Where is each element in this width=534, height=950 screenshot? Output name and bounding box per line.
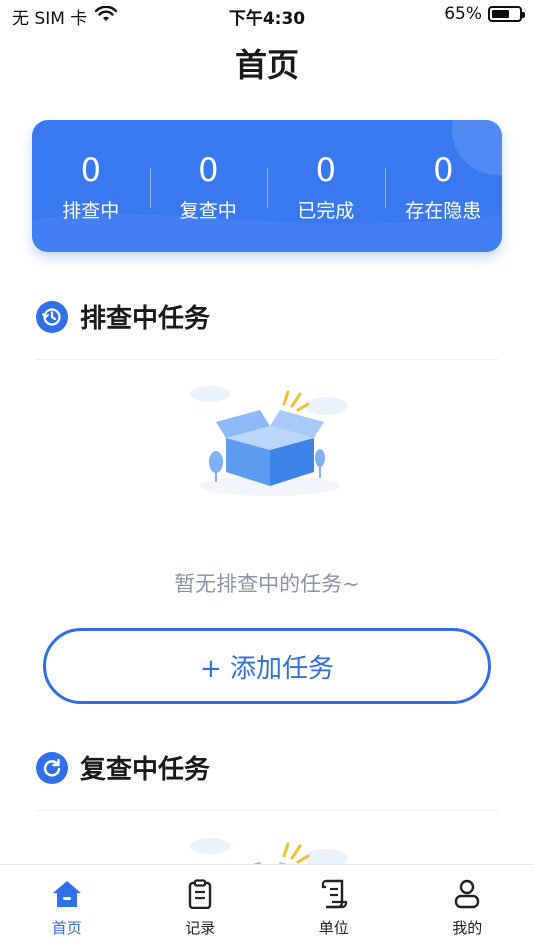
section-divider	[36, 810, 498, 811]
stat-divider	[149, 168, 151, 208]
clock-history-icon	[36, 300, 68, 333]
stat-value: 0	[433, 151, 454, 189]
stats-card: 0 排查中 0 复查中 0 已完成 0 存在隐患	[32, 120, 502, 252]
section-divider	[36, 359, 498, 360]
status-bar: 无 SIM 卡 下午4:30 65%	[0, 0, 534, 30]
battery-level	[492, 10, 509, 18]
stat-label: 已完成	[297, 200, 355, 222]
stat-completed[interactable]: 0 已完成	[267, 150, 385, 223]
battery-icon	[488, 6, 525, 22]
stat-label: 存在隐患	[405, 200, 482, 222]
refresh-icon	[36, 751, 68, 784]
tab-label: 记录	[185, 919, 216, 937]
tab-units[interactable]: 单位	[267, 865, 401, 950]
stat-hazards[interactable]: 0 存在隐患	[384, 150, 503, 223]
section-reinspecting-header: 复查中任务	[36, 749, 210, 786]
stat-label: 排查中	[62, 200, 120, 222]
empty-box-illustration	[180, 830, 360, 864]
empty-state-text: 暂无排查中的任务~	[174, 572, 360, 596]
add-task-button[interactable]: + 添加任务	[43, 628, 491, 704]
stat-value: 0	[198, 151, 219, 189]
page-title: 首页	[234, 46, 299, 84]
stat-reinspecting[interactable]: 0 复查中	[149, 150, 268, 223]
tab-records[interactable]: 记录	[134, 865, 268, 950]
empty-box-illustration	[180, 378, 360, 498]
section-title: 复查中任务	[80, 755, 211, 785]
stat-inspecting[interactable]: 0 排查中	[32, 150, 150, 223]
tab-home[interactable]: 首页	[0, 865, 134, 950]
stat-label: 复查中	[179, 200, 237, 222]
battery-percent: 65%	[444, 4, 482, 24]
stat-divider	[267, 168, 268, 208]
clipboard-icon	[184, 879, 216, 913]
section-inspecting-header: 排查中任务	[36, 298, 210, 335]
section-title: 排查中任务	[80, 304, 211, 334]
tab-label: 单位	[318, 919, 349, 937]
tab-bar: 首页 记录 单位 我的	[0, 864, 534, 950]
tab-label: 我的	[452, 919, 483, 937]
scroll-document-icon	[318, 879, 350, 913]
tab-mine[interactable]: 我的	[401, 865, 534, 950]
user-icon	[451, 879, 483, 913]
stat-value: 0	[315, 151, 336, 189]
stat-divider	[384, 168, 386, 208]
home-icon	[51, 879, 83, 913]
tab-label: 首页	[51, 919, 82, 937]
stats-row: 0 排查中 0 复查中 0 已完成 0 存在隐患	[32, 150, 502, 223]
stat-value: 0	[80, 151, 101, 189]
